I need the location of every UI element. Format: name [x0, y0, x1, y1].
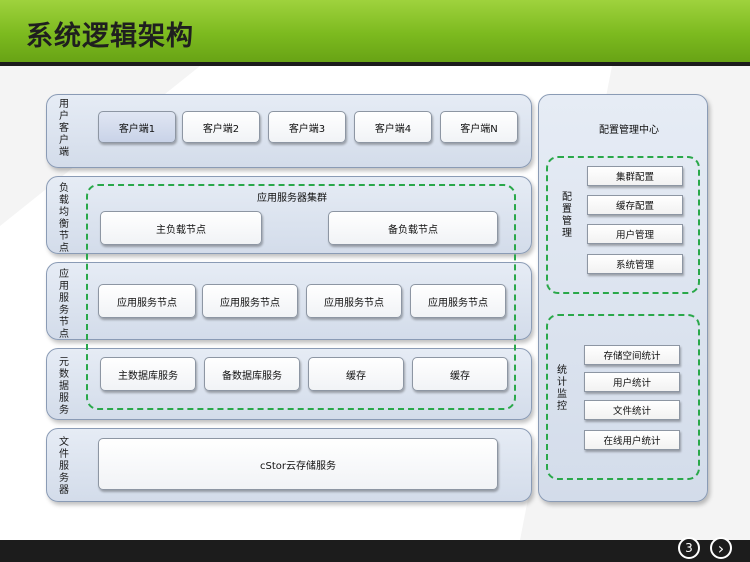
backup-load-balancer-box: 备负载节点 — [328, 211, 498, 245]
app-node-box: 应用服务节点 — [306, 284, 402, 318]
cache-box: 缓存 — [308, 357, 404, 391]
title-underline — [0, 62, 750, 66]
page-number-badge: 3 — [678, 537, 700, 559]
footer-bar — [0, 540, 750, 562]
cluster-title: 应用服务器集群 — [257, 193, 327, 204]
user-stats-item: 用户统计 — [584, 372, 680, 392]
cstor-storage-box: cStor云存储服务 — [98, 438, 498, 490]
config-center-title: 配置管理中心 — [599, 125, 659, 136]
app-node-box: 应用服务节点 — [98, 284, 196, 318]
title-bar: 系统逻辑架构 — [0, 0, 750, 62]
system-management-item: 系统管理 — [587, 254, 683, 274]
statistics-monitoring-label: 统计监控 — [557, 365, 567, 412]
cluster-config-item: 集群配置 — [587, 166, 683, 186]
client-box: 客户端4 — [354, 111, 432, 143]
page-title: 系统逻辑架构 — [26, 21, 194, 52]
cache-config-item: 缓存配置 — [587, 195, 683, 215]
cache-box: 缓存 — [412, 357, 508, 391]
row-label-metadata: 元数据服务 — [59, 357, 69, 416]
row-label-clients: 用户客户端 — [59, 99, 69, 158]
client-box: 客户端2 — [182, 111, 260, 143]
row-label-load-balance: 负载均衡节点 — [59, 183, 69, 254]
next-page-button[interactable]: › — [710, 537, 732, 559]
online-user-stats-item: 在线用户统计 — [584, 430, 680, 450]
file-stats-item: 文件统计 — [584, 400, 680, 420]
app-node-box: 应用服务节点 — [202, 284, 298, 318]
storage-space-stats-item: 存储空间统计 — [584, 345, 680, 365]
client-box: 客户端N — [440, 111, 518, 143]
client-box: 客户端1 — [98, 111, 176, 143]
backup-database-box: 备数据库服务 — [204, 357, 300, 391]
app-node-box: 应用服务节点 — [410, 284, 506, 318]
user-management-item: 用户管理 — [587, 224, 683, 244]
row-label-file-server: 文件服务器 — [59, 437, 69, 496]
primary-database-box: 主数据库服务 — [100, 357, 196, 391]
primary-load-balancer-box: 主负载节点 — [100, 211, 262, 245]
config-management-label: 配置管理 — [562, 192, 572, 239]
statistics-monitoring-outline — [546, 314, 700, 480]
client-box: 客户端3 — [268, 111, 346, 143]
row-label-app-nodes: 应用服务节点 — [59, 269, 69, 340]
